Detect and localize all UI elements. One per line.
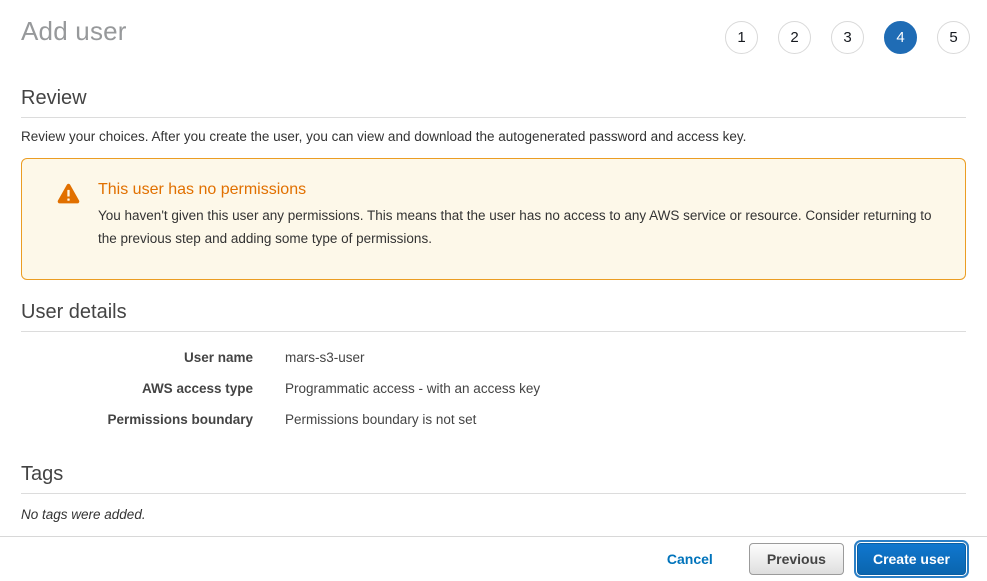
warning-content: This user has no permissions You haven't…	[98, 176, 947, 262]
wizard-content: Review Review your choices. After you cr…	[0, 87, 987, 522]
no-permissions-warning: This user has no permissions You haven't…	[21, 158, 966, 280]
table-row: User name mars-s3-user	[21, 343, 966, 372]
cancel-button[interactable]: Cancel	[667, 551, 713, 567]
tags-empty-text: No tags were added.	[21, 507, 966, 522]
review-heading: Review	[21, 87, 966, 118]
warning-triangle-icon	[57, 176, 81, 262]
review-description: Review your choices. After you create th…	[21, 129, 966, 144]
step-4-active[interactable]: 4	[884, 21, 917, 54]
step-1[interactable]: 1	[725, 21, 758, 54]
permissions-boundary-label: Permissions boundary	[21, 412, 253, 427]
step-3[interactable]: 3	[831, 21, 864, 54]
user-details-rows: User name mars-s3-user AWS access type P…	[21, 343, 966, 434]
user-name-value: mars-s3-user	[285, 350, 365, 365]
user-name-label: User name	[21, 350, 253, 365]
previous-button[interactable]: Previous	[749, 543, 844, 575]
tags-heading: Tags	[21, 463, 966, 494]
create-user-button[interactable]: Create user	[857, 543, 966, 575]
access-type-label: AWS access type	[21, 381, 253, 396]
step-indicator: 1 2 3 4 5	[725, 21, 970, 54]
table-row: AWS access type Programmatic access - wi…	[21, 374, 966, 403]
user-details-heading: User details	[21, 301, 966, 332]
wizard-footer: Cancel Previous Create user	[0, 536, 987, 581]
page-title: Add user	[21, 16, 127, 47]
warning-title: This user has no permissions	[98, 181, 947, 199]
review-section: Review Review your choices. After you cr…	[21, 87, 966, 144]
step-2[interactable]: 2	[778, 21, 811, 54]
add-user-page: Add user 1 2 3 4 5 Review Review your ch…	[0, 0, 987, 581]
step-5[interactable]: 5	[937, 21, 970, 54]
warning-body: You haven't given this user any permissi…	[98, 205, 947, 251]
wizard-header: Add user 1 2 3 4 5	[0, 0, 987, 54]
permissions-boundary-value: Permissions boundary is not set	[285, 412, 476, 427]
user-details-section: User details User name mars-s3-user AWS …	[21, 301, 966, 434]
table-row: Permissions boundary Permissions boundar…	[21, 405, 966, 434]
access-type-value: Programmatic access - with an access key	[285, 381, 540, 396]
tags-section: Tags No tags were added.	[21, 463, 966, 522]
